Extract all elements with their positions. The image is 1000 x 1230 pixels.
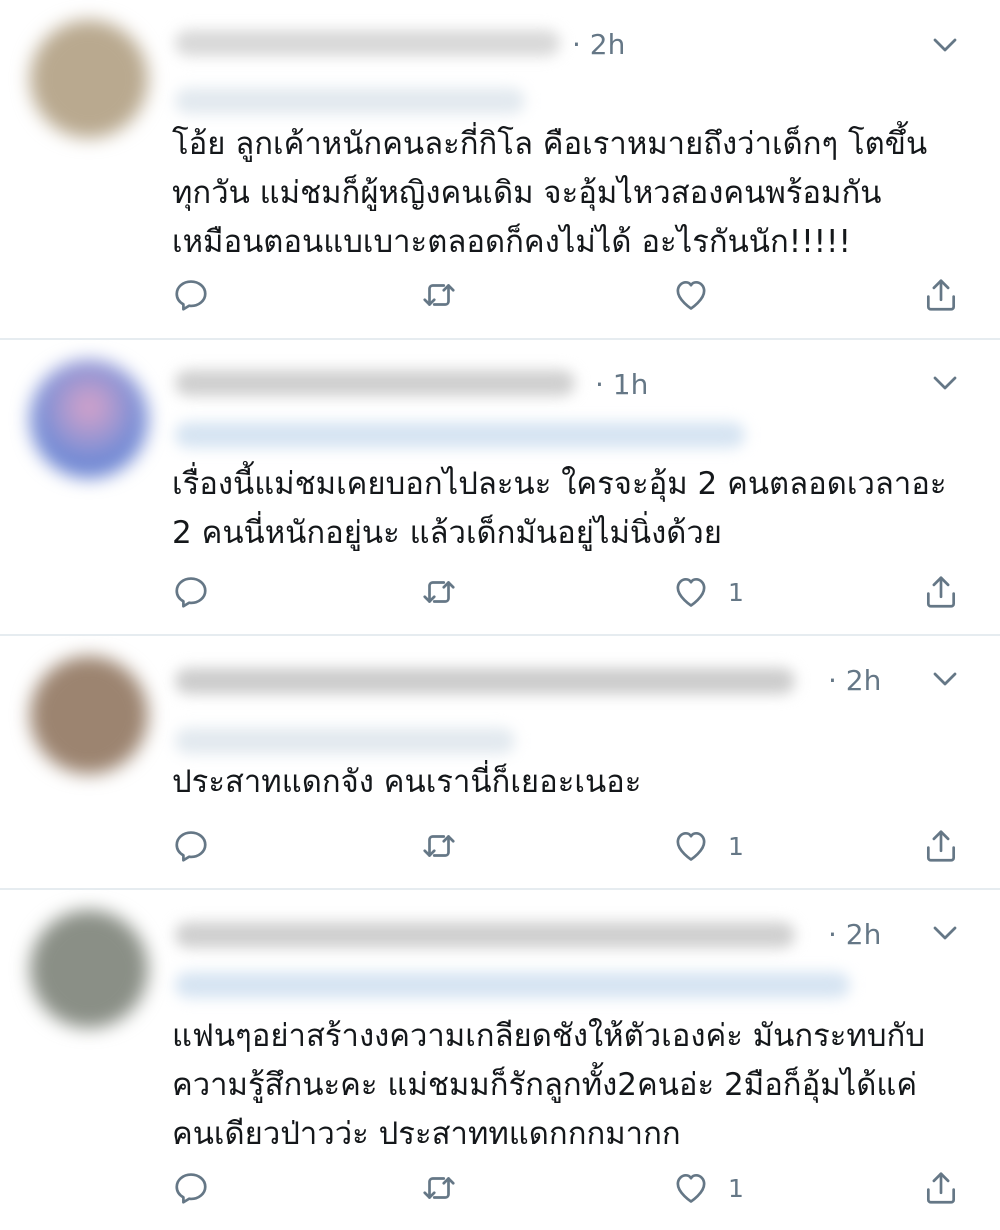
share-icon [926,1172,956,1204]
author-name[interactable] [175,668,795,694]
share-button[interactable] [922,1168,960,1208]
tweet-text: โอ้ย ลูกเค้าหนักคนละกี่กิโล คือเราหมายถึ… [172,126,928,260]
like-count: 1 [728,831,744,861]
replying-to [175,88,525,114]
retweet-button[interactable] [420,275,458,315]
reply-icon [175,1173,207,1204]
tweet[interactable]: · 2h แฟนๆอย่าสร้างงความเกลียดชังให้ตัวเอ… [0,890,1000,1230]
tweet-actions: 1 [172,572,972,612]
tweet-text: ประสาทแดกจัง คนเรานี่ก็เยอะเนอะ [172,764,642,800]
chevron-down-icon[interactable] [930,30,960,60]
share-icon [926,830,956,862]
retweet-icon [423,581,455,603]
tweet[interactable]: · 2h ประสาทแดกจัง คนเรานี่ก็เยอะเนอะ 1 [0,636,1000,890]
like-button[interactable] [672,275,728,315]
tweet-text: แฟนๆอย่าสร้างงความเกลียดชังให้ตัวเองค่ะ … [172,1018,925,1152]
chevron-down-icon[interactable] [930,918,960,948]
tweet-time: · 2h [572,28,626,61]
tweet[interactable]: · 1h เรื่องนี้แม่ชมเคยบอกไปละนะ ใครจะอุ้… [0,340,1000,636]
chevron-down-icon[interactable] [930,368,960,398]
tweet[interactable]: · 2h โอ้ย ลูกเค้าหนักคนละกี่กิโล คือเราห… [0,0,1000,340]
avatar[interactable] [30,20,148,138]
like-button[interactable]: 1 [672,572,744,612]
retweet-icon [423,284,455,306]
like-count: 1 [728,1173,744,1203]
tweet-time: · 1h [595,368,649,401]
retweet-button[interactable] [420,572,458,612]
reply-button[interactable] [172,572,210,612]
reply-button[interactable] [172,826,210,866]
avatar[interactable] [30,360,148,478]
share-button[interactable] [922,572,960,612]
tweet-time: · 2h [828,664,882,697]
reply-button[interactable] [172,1168,210,1208]
heart-icon [676,280,706,310]
tweet-actions [172,275,972,315]
share-icon [926,576,956,608]
reply-icon [175,577,207,608]
share-button[interactable] [922,275,960,315]
reply-icon [175,280,207,311]
reply-button[interactable] [172,275,210,315]
heart-icon [676,1173,706,1203]
retweet-button[interactable] [420,826,458,866]
retweet-button[interactable] [420,1168,458,1208]
author-name[interactable] [175,922,795,948]
retweet-icon [423,1177,455,1199]
like-button[interactable]: 1 [672,1168,744,1208]
avatar[interactable] [30,656,148,774]
tweet-time: · 2h [828,918,882,951]
author-name[interactable] [175,30,560,56]
share-icon [926,279,956,311]
avatar[interactable] [30,910,148,1028]
replying-to [175,422,745,448]
author-name[interactable] [175,370,575,396]
like-button[interactable]: 1 [672,826,744,866]
tweet-text: เรื่องนี้แม่ชมเคยบอกไปละนะ ใครจะอุ้ม 2 ค… [172,466,947,551]
replying-to [175,972,850,998]
heart-icon [676,831,706,861]
retweet-icon [423,835,455,857]
replying-to [175,728,515,754]
reply-icon [175,831,207,862]
heart-icon [676,577,706,607]
share-button[interactable] [922,826,960,866]
tweet-actions: 1 [172,826,972,866]
tweet-actions: 1 [172,1168,972,1208]
chevron-down-icon[interactable] [930,664,960,694]
like-count: 1 [728,577,744,607]
